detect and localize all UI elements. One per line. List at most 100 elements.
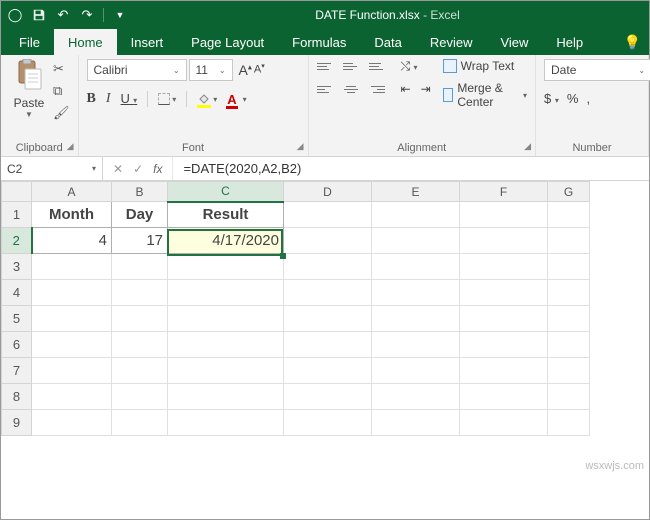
cell[interactable] [32,410,112,436]
cell-D2[interactable] [284,228,372,254]
cell[interactable] [548,332,590,358]
col-header-F[interactable]: F [460,182,548,202]
increase-font-icon[interactable]: A▴ [239,62,252,78]
cell-G1[interactable] [548,202,590,228]
cell[interactable] [32,384,112,410]
insert-function-icon[interactable]: fx [153,162,162,176]
cell[interactable] [460,306,548,332]
cell[interactable] [372,384,460,410]
cell[interactable] [460,410,548,436]
cancel-formula-icon[interactable]: ✕ [113,162,123,176]
align-middle-icon[interactable] [343,61,359,73]
align-right-icon[interactable] [369,83,385,95]
row-header-6[interactable]: 6 [2,332,32,358]
cell[interactable] [112,358,168,384]
cell[interactable] [168,332,284,358]
number-format-dropdown[interactable]: Date ⌄ [544,59,650,81]
cell[interactable] [112,410,168,436]
cell[interactable] [168,254,284,280]
cell[interactable] [460,332,548,358]
formula-bar[interactable]: =DATE(2020,A2,B2) [173,157,649,180]
align-bottom-icon[interactable] [369,61,385,73]
cell[interactable] [168,280,284,306]
cell[interactable] [284,358,372,384]
col-header-E[interactable]: E [372,182,460,202]
qat-customize-icon[interactable]: ▼ [110,5,130,25]
cell[interactable] [168,306,284,332]
cell[interactable] [460,280,548,306]
accounting-format-button[interactable]: $ ▾ [544,91,559,106]
cell[interactable] [548,358,590,384]
cell[interactable] [548,410,590,436]
tab-review[interactable]: Review [416,29,487,55]
cell[interactable] [548,384,590,410]
cell[interactable] [32,358,112,384]
cell[interactable] [32,280,112,306]
decrease-indent-icon[interactable]: ⇤ [401,82,411,96]
enter-formula-icon[interactable]: ✓ [133,162,143,176]
cell[interactable] [372,410,460,436]
cut-icon[interactable]: ✂ [53,61,70,77]
col-header-D[interactable]: D [284,182,372,202]
align-top-icon[interactable] [317,61,333,73]
cell[interactable] [284,254,372,280]
cell[interactable] [460,254,548,280]
paste-button[interactable]: Paste ▼ [9,59,49,119]
fill-color-button[interactable]: ▾ [197,92,217,106]
autosave-toggle-icon[interactable]: ◯ [5,5,25,25]
format-painter-icon[interactable]: 🖌 [53,105,70,121]
cell-G2[interactable] [548,228,590,254]
row-header-2[interactable]: 2 [2,228,32,254]
cell-C1[interactable]: Result [168,202,284,228]
cell[interactable] [32,332,112,358]
cell-C2[interactable]: 4/17/2020 [168,228,284,254]
select-all-corner[interactable] [2,182,32,202]
tell-me-icon[interactable]: 💡 [624,34,641,51]
cell[interactable] [372,280,460,306]
tab-help[interactable]: Help [542,29,597,55]
orientation-icon[interactable]: ⤭ ▾ [401,59,418,74]
row-header-9[interactable]: 9 [2,410,32,436]
col-header-A[interactable]: A [32,182,112,202]
increase-indent-icon[interactable]: ⇥ [421,82,431,96]
row-header-4[interactable]: 4 [2,280,32,306]
name-box[interactable]: C2 ▾ [1,157,103,180]
cell[interactable] [284,384,372,410]
cell[interactable] [372,254,460,280]
percent-format-button[interactable]: % [567,91,579,106]
tab-page-layout[interactable]: Page Layout [177,29,278,55]
cell[interactable] [284,306,372,332]
align-left-icon[interactable] [317,83,333,95]
fill-handle[interactable] [280,253,286,259]
copy-icon[interactable]: ⧉ [53,83,70,99]
comma-format-button[interactable]: , [586,91,590,106]
cell-F2[interactable] [460,228,548,254]
cell-E2[interactable] [372,228,460,254]
cell[interactable] [284,280,372,306]
wrap-text-button[interactable]: Wrap Text [443,59,527,73]
font-size-dropdown[interactable]: 11 ⌄ [189,59,233,81]
cell[interactable] [112,384,168,410]
cell-B2[interactable]: 17 [112,228,168,254]
decrease-font-icon[interactable]: A▾ [254,62,265,78]
worksheet-grid[interactable]: A B C D E F G 1 Month Day Result 2 4 17 … [1,181,649,436]
cell[interactable] [460,384,548,410]
tab-insert[interactable]: Insert [117,29,178,55]
cell[interactable] [372,306,460,332]
dialog-launcher-icon[interactable]: ◢ [524,141,531,152]
cell[interactable] [168,384,284,410]
cell[interactable] [168,358,284,384]
dialog-launcher-icon[interactable]: ◢ [67,141,74,152]
merge-center-button[interactable]: Merge & Center ▾ [443,81,527,109]
cell[interactable] [112,254,168,280]
cell[interactable] [548,280,590,306]
row-header-7[interactable]: 7 [2,358,32,384]
borders-button[interactable]: ▾ [158,93,176,105]
tab-data[interactable]: Data [360,29,415,55]
cell[interactable] [284,410,372,436]
row-header-1[interactable]: 1 [2,202,32,228]
col-header-G[interactable]: G [548,182,590,202]
tab-view[interactable]: View [486,29,542,55]
cell-E1[interactable] [372,202,460,228]
cell[interactable] [112,280,168,306]
